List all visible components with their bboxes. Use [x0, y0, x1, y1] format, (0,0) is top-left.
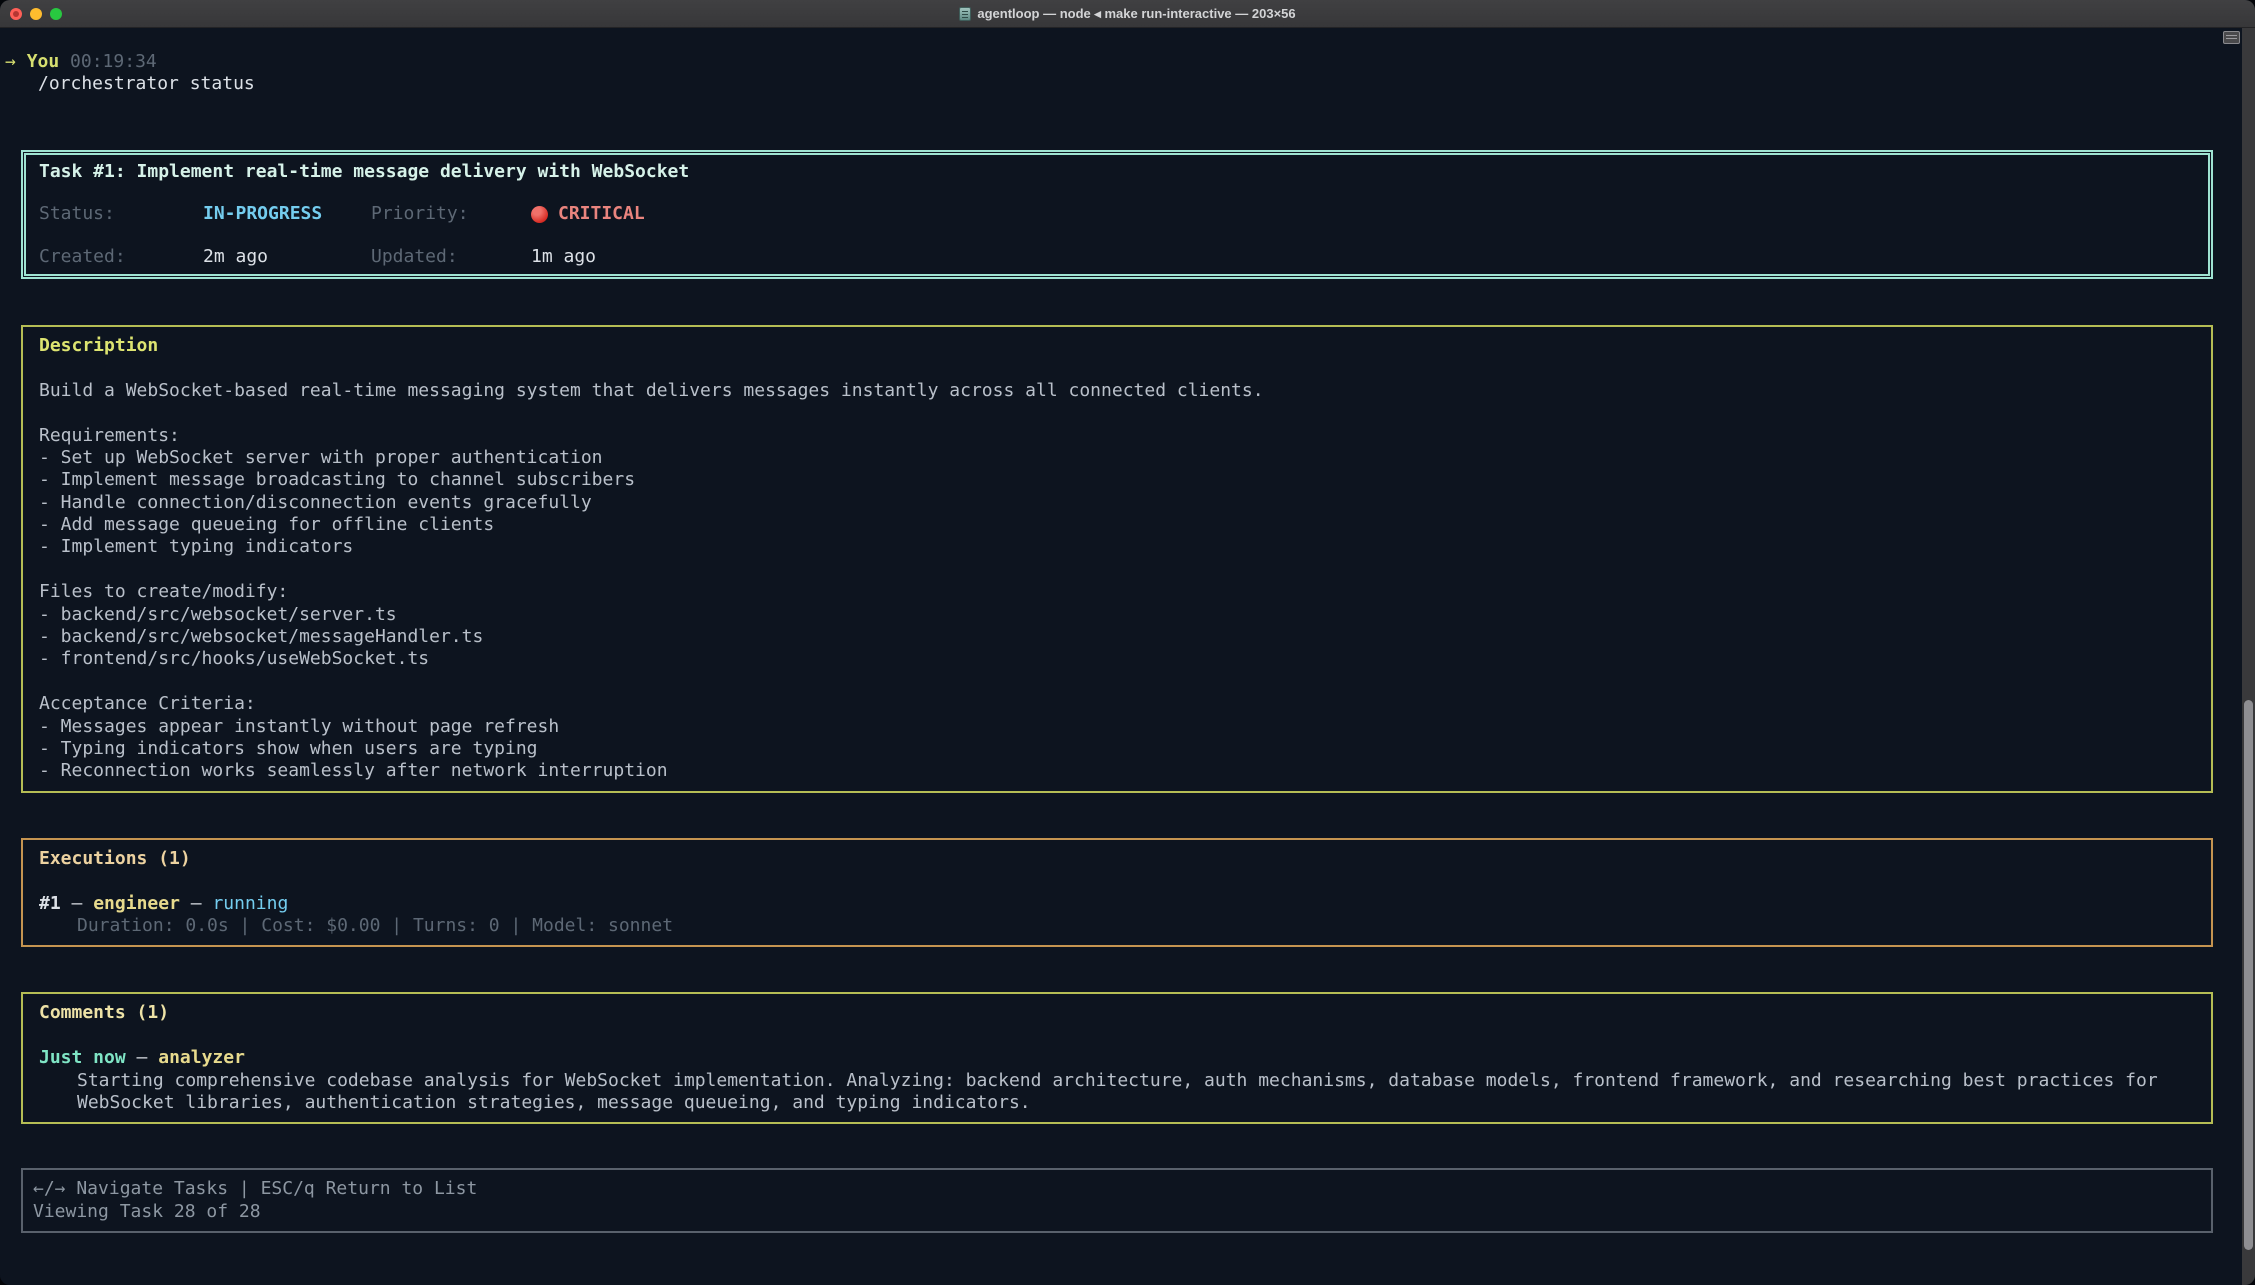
statusbar-shortcuts: ←/→ Navigate Tasks | ESC/q Return to Lis…: [33, 1178, 2201, 1200]
text-line: - Add message queueing for offline clien…: [39, 514, 2195, 536]
user-message-header: → You 00:19:34: [5, 51, 2225, 73]
prompt-timestamp: 00:19:34: [70, 51, 157, 72]
priority-value: CRITICAL: [558, 203, 645, 225]
created-value: 2m ago: [203, 246, 371, 268]
text-line: - frontend/src/hooks/useWebSocket.ts: [39, 648, 2195, 670]
document-icon: [959, 7, 971, 21]
user-command: /orchestrator status: [5, 73, 2225, 95]
terminal-content: → You 00:19:34 /orchestrator status Task…: [0, 28, 2255, 1233]
red-circle-icon: [531, 206, 548, 223]
task-title: Task #1: Implement real-time message del…: [39, 161, 2195, 183]
close-button[interactable]: [10, 8, 22, 20]
window-title: agentloop — node ◂ make run-interactive …: [959, 6, 1295, 22]
text-line: - Reconnection works seamlessly after ne…: [39, 760, 2195, 782]
separator: —: [137, 1047, 148, 1068]
description-card: Description Build a WebSocket-based real…: [21, 325, 2213, 793]
execution-state: running: [212, 893, 288, 914]
comments-card: Comments (1) Just now — analyzer Startin…: [21, 992, 2213, 1124]
comment-byline: Just now — analyzer: [39, 1047, 2195, 1069]
minimize-button[interactable]: [30, 8, 42, 20]
scrollbar-track[interactable]: [2242, 28, 2255, 1285]
text-line: - Messages appear instantly without page…: [39, 716, 2195, 738]
separator: —: [191, 893, 202, 914]
text-line: - Implement message broadcasting to chan…: [39, 469, 2195, 491]
text-line: Acceptance Criteria:: [39, 693, 2195, 715]
statusbar-position: Viewing Task 28 of 28: [33, 1201, 2201, 1223]
updated-value: 1m ago: [531, 246, 596, 268]
text-line: - Implement typing indicators: [39, 536, 2195, 558]
window-title-text: agentloop — node ◂ make run-interactive …: [977, 6, 1295, 22]
text-line: Build a WebSocket-based real-time messag…: [39, 380, 2195, 402]
comment-body: Starting comprehensive codebase analysis…: [39, 1070, 2195, 1115]
blank-line: [39, 1025, 2195, 1047]
execution-agent: engineer: [93, 893, 180, 914]
text-line: [39, 671, 2195, 693]
priority-label: Priority:: [371, 203, 531, 225]
updated-label: Updated:: [371, 246, 531, 268]
blank-line: [39, 357, 2195, 379]
description-body: Build a WebSocket-based real-time messag…: [39, 380, 2195, 783]
executions-title: Executions (1): [39, 848, 2195, 870]
execution-row: #1 — engineer — running: [39, 893, 2195, 915]
text-line: - backend/src/websocket/messageHandler.t…: [39, 626, 2195, 648]
separator: —: [72, 893, 83, 914]
status-label: Status:: [39, 203, 203, 225]
text-line: Starting comprehensive codebase analysis…: [77, 1070, 2195, 1092]
text-line: - Handle connection/disconnection events…: [39, 492, 2195, 514]
text-line: [39, 402, 2195, 424]
comment-time: Just now: [39, 1047, 126, 1068]
maximize-button[interactable]: [50, 8, 62, 20]
prompt-arrow-icon: →: [5, 51, 16, 72]
description-title: Description: [39, 335, 2195, 357]
task-dates-row: Created: 2m ago Updated: 1m ago: [39, 246, 2195, 268]
scrollbar-thumb[interactable]: [2244, 700, 2253, 1250]
text-line: - Typing indicators show when users are …: [39, 738, 2195, 760]
text-line: - backend/src/websocket/server.ts: [39, 604, 2195, 626]
traffic-lights: [10, 0, 62, 28]
text-line: - Set up WebSocket server with proper au…: [39, 447, 2195, 469]
prompt-author: You: [27, 51, 60, 72]
terminal-screen: → You 00:19:34 /orchestrator status Task…: [0, 28, 2255, 1285]
split-pane-icon[interactable]: [2223, 31, 2240, 44]
comments-title: Comments (1): [39, 1002, 2195, 1024]
text-line: Requirements:: [39, 425, 2195, 447]
titlebar[interactable]: agentloop — node ◂ make run-interactive …: [0, 0, 2255, 28]
task-status-row: Status: IN-PROGRESS Priority: CRITICAL: [39, 203, 2195, 225]
text-line: Files to create/modify:: [39, 581, 2195, 603]
terminal-window: agentloop — node ◂ make run-interactive …: [0, 0, 2255, 1285]
created-label: Created:: [39, 246, 203, 268]
text-line: [39, 559, 2195, 581]
status-value: IN-PROGRESS: [203, 203, 371, 225]
statusbar: ←/→ Navigate Tasks | ESC/q Return to Lis…: [21, 1168, 2213, 1233]
text-line: WebSocket libraries, authentication stra…: [77, 1092, 2195, 1114]
comment-author: analyzer: [158, 1047, 245, 1068]
task-card: Task #1: Implement real-time message del…: [21, 150, 2213, 279]
blank-line: [39, 870, 2195, 892]
executions-card: Executions (1) #1 — engineer — running D…: [21, 838, 2213, 948]
execution-id: #1: [39, 893, 61, 914]
execution-meta: Duration: 0.0s | Cost: $0.00 | Turns: 0 …: [39, 915, 2195, 937]
